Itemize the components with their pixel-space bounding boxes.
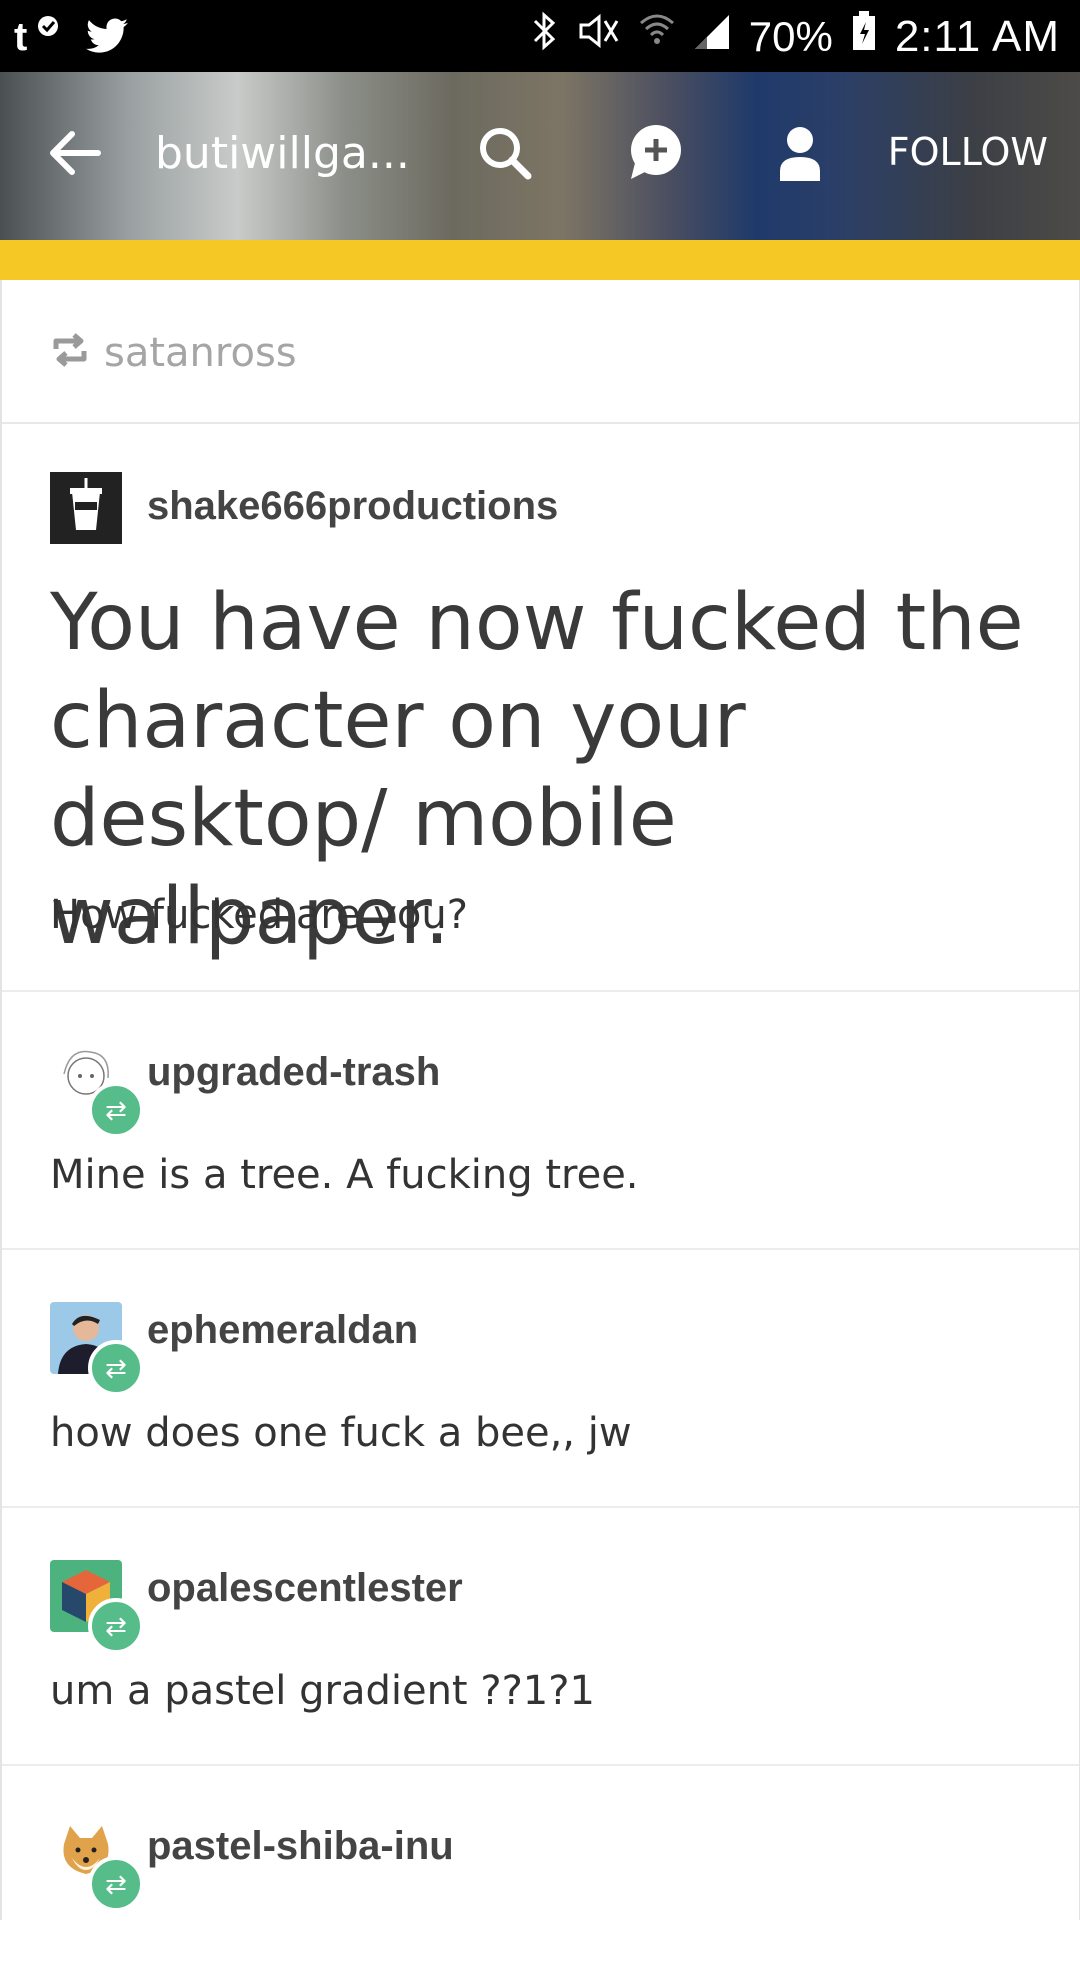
signal-icon <box>693 11 731 63</box>
tumblr-notification-icon: t <box>14 12 66 72</box>
reply-body: how does one fuck a bee,, jw <box>50 1410 632 1456</box>
reblog-reply: ⇄ upgraded-trash Mine is a tree. A fucki… <box>2 992 1079 1250</box>
ask-button[interactable] <box>620 108 690 198</box>
mute-icon <box>575 11 621 63</box>
chat-plus-icon <box>631 125 681 179</box>
bluetooth-icon <box>531 11 557 63</box>
post-card: satanross shake666productions You have n… <box>0 280 1080 1920</box>
reply-body: Mine is a tree. A fucking tree. <box>50 1152 639 1198</box>
status-bar: t 70% 2:11 AM <box>0 0 1080 72</box>
clock: 2:11 AM <box>894 12 1060 61</box>
profile-button[interactable] <box>765 108 835 198</box>
reply-username[interactable]: pastel-shiba-inu <box>147 1824 454 1869</box>
accent-bar <box>0 240 1080 280</box>
battery-percentage: 70% <box>748 13 833 60</box>
original-post: shake666productions You have now fucked … <box>2 424 1079 992</box>
wifi-icon <box>639 11 675 63</box>
reblog-header: satanross <box>2 280 1079 424</box>
search-button[interactable] <box>470 108 540 198</box>
reblog-badge-icon: ⇄ <box>88 1082 144 1138</box>
search-icon <box>480 128 532 180</box>
reply-username[interactable]: ephemeraldan <box>147 1308 418 1353</box>
back-button[interactable] <box>40 108 110 198</box>
reply-username[interactable]: upgraded-trash <box>147 1050 440 1095</box>
svg-text:t: t <box>14 15 27 59</box>
post-subtext: How fucked are you? <box>50 892 468 938</box>
battery-icon <box>851 10 877 64</box>
reply-body: um a pastel gradient ??1?1 <box>50 1668 595 1714</box>
user-icon <box>780 127 820 181</box>
shake-cup-logo <box>50 472 122 544</box>
reblog-badge-icon: ⇄ <box>88 1856 144 1912</box>
follow-button[interactable]: FOLLOW <box>888 130 1048 174</box>
twitter-icon <box>86 18 128 66</box>
post-username[interactable]: shake666productions <box>147 484 558 529</box>
reblog-badge-icon: ⇄ <box>88 1598 144 1654</box>
reblog-reply: ⇄ pastel-shiba-inu <box>2 1766 1079 1966</box>
blog-header: butiwillga... FOLLOW <box>0 72 1080 240</box>
arrow-left-icon <box>50 131 101 175</box>
blog-title[interactable]: butiwillga... <box>155 128 410 179</box>
reply-username[interactable]: opalescentlester <box>147 1566 463 1611</box>
reblog-reply: ⇄ opalescentlester um a pastel gradient … <box>2 1508 1079 1766</box>
avatar[interactable] <box>50 472 122 544</box>
reblog-icon <box>50 332 90 377</box>
reblogged-from-username[interactable]: satanross <box>104 330 297 376</box>
reblog-reply: ⇄ ephemeraldan how does one fuck a bee,,… <box>2 1250 1079 1508</box>
reblog-badge-icon: ⇄ <box>88 1340 144 1396</box>
